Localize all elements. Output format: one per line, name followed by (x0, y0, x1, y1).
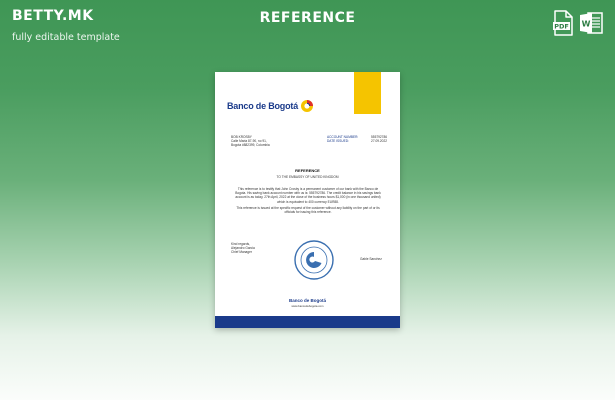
reference-body: This reference is to testify that John C… (233, 187, 383, 216)
date-issued-label: DATE ISSUED: (327, 139, 349, 144)
bank-stamp-icon (294, 240, 334, 280)
body-paragraph: This reference is to testify that John C… (235, 187, 381, 204)
word-file-label: W (582, 20, 591, 29)
word-file-icon[interactable]: W (579, 10, 603, 36)
bank-logo: Banco de Bogotá (227, 99, 314, 113)
document-preview: Banco de Bogotá BOB KROSBY Calle Maria 8… (215, 72, 400, 328)
address-line: Bogota #882399, Colombia (231, 143, 270, 148)
signature-name: Gable Sanchez (360, 257, 382, 261)
regards-line: Chief Manager (231, 250, 252, 255)
account-details: ACCOUNT NUMBER: 555792786 DATE ISSUED: 2… (327, 135, 387, 143)
bank-logo-icon (301, 100, 314, 112)
bank-name: Banco de Bogotá (227, 101, 299, 111)
pdf-file-label: PDF (554, 23, 569, 31)
reference-subtitle: TO THE EMBASSY OF UNITED KINGDOM (276, 175, 339, 179)
regards-block: Kind regards, Alejandro Garcia Chief Man… (231, 242, 281, 255)
footer-website: www.bancodebogota.com (291, 304, 324, 308)
brand-tagline: fully editable template (12, 32, 120, 43)
footer-bank-name: Banco de Bogotá (288, 298, 326, 303)
date-issued-value: 27.09.2022 (371, 139, 387, 144)
body-paragraph: This reference is issued at the specific… (236, 205, 380, 215)
customer-address: BOB KROSBY Calle Maria 87-90, no 91, Bog… (231, 135, 301, 148)
blue-footer-bar (215, 316, 400, 328)
reference-title: REFERENCE (295, 168, 320, 173)
page-title: REFERENCE (259, 10, 356, 26)
file-format-icons: PDF W (551, 10, 603, 36)
yellow-corner-block (354, 72, 381, 114)
date-issued-row: DATE ISSUED: 27.09.2022 (327, 139, 387, 143)
pdf-file-icon[interactable]: PDF (551, 10, 575, 36)
